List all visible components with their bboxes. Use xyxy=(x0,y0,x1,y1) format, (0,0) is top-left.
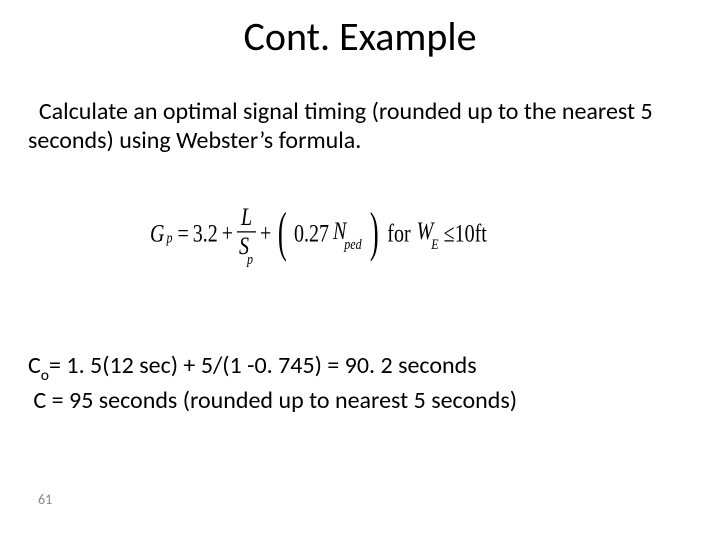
result-1-text: = 1. 5(12 sec) + 5/(1 -0. 745) = 90. 2 s… xyxy=(49,351,477,380)
sub-p: p xyxy=(166,228,172,247)
var-g: G xyxy=(150,219,164,248)
var-co-o: o xyxy=(41,366,49,385)
condition: ≤10ft xyxy=(444,219,487,248)
slide-title: Cont. Example xyxy=(0,12,720,61)
slide: Cont. Example Calculate an optimal signa… xyxy=(0,0,720,540)
for-text: for xyxy=(387,219,410,248)
problem-statement: Calculate an optimal signal timing (roun… xyxy=(28,98,680,156)
left-paren: ( xyxy=(278,211,287,255)
var-n: Nped xyxy=(333,218,363,251)
result-block: Co= 1. 5(12 sec) + 5/(1 -0. 745) = 90. 2… xyxy=(28,350,690,416)
equals: = xyxy=(177,219,188,248)
coef-027: 0.27 xyxy=(294,219,329,248)
plus-2: + xyxy=(260,219,271,248)
sub-p2: p xyxy=(247,250,253,268)
fraction-l-over-sp: L Sp xyxy=(237,205,256,263)
right-paren: ) xyxy=(370,211,379,255)
result-line-2: C = 95 seconds (rounded up to nearest 5 … xyxy=(28,385,690,416)
result-line-1: Co= 1. 5(12 sec) + 5/(1 -0. 745) = 90. 2… xyxy=(28,350,690,385)
term-3-2: 3.2 xyxy=(193,219,218,248)
numerator-l: L xyxy=(239,205,254,231)
plus-1: + xyxy=(222,219,233,248)
sub-ped: ped xyxy=(344,235,361,253)
webster-formula: Gp = 3.2 + L Sp + ( 0.27 Nped ) for WE ≤… xyxy=(150,205,487,263)
var-co-c: C xyxy=(28,351,41,380)
page-number: 61 xyxy=(38,491,52,508)
sub-e: E xyxy=(431,235,438,253)
denominator-sp: Sp xyxy=(237,231,256,262)
var-w: WE xyxy=(417,218,440,251)
